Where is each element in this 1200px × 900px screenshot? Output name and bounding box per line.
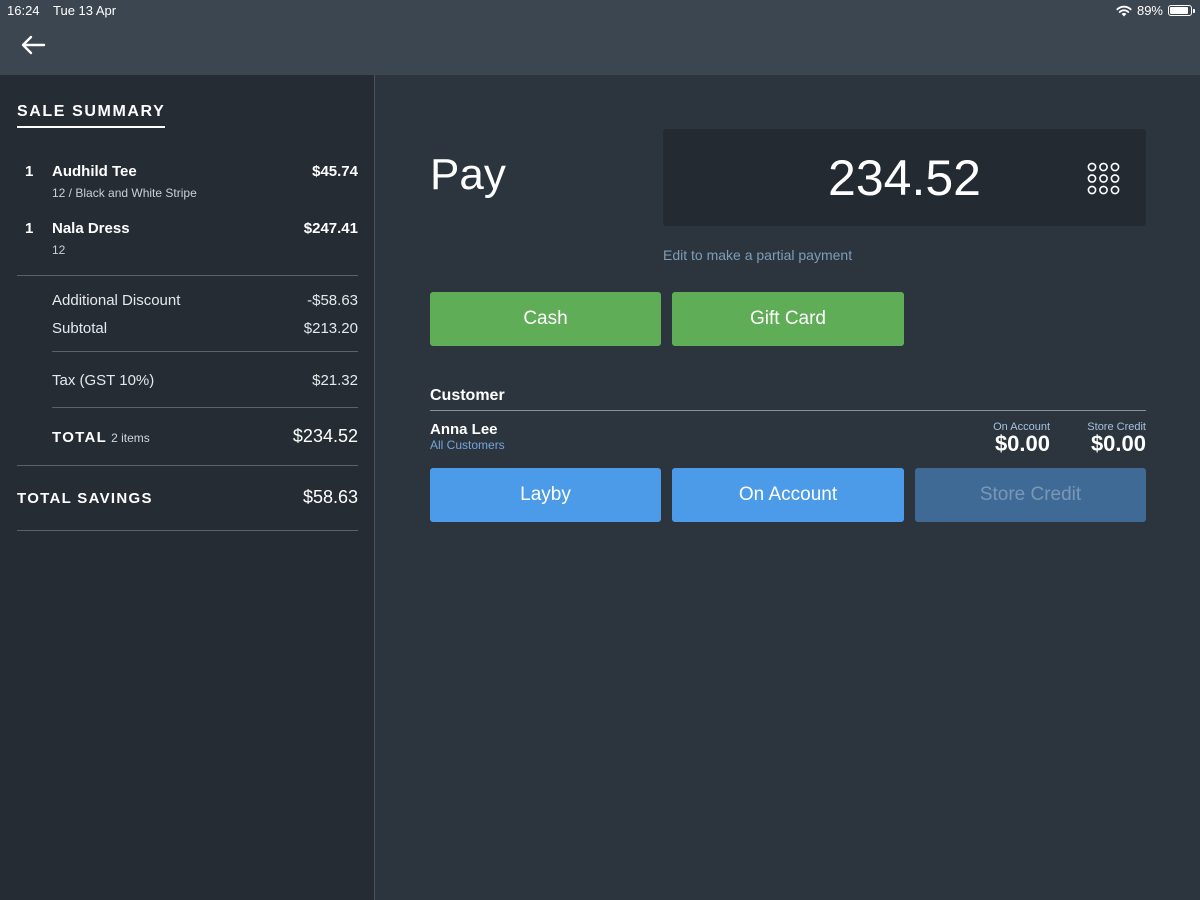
on-account-balance-value: $0.00 xyxy=(994,431,1050,456)
status-time: 16:24 xyxy=(7,3,40,18)
total-savings-row: TOTAL SAVINGS $58.63 xyxy=(17,487,358,508)
keypad-icon[interactable] xyxy=(1087,162,1120,195)
line-item-name: Audhild Tee xyxy=(52,163,137,180)
additional-discount-value: -$58.63 xyxy=(307,292,358,309)
tax-value: $21.32 xyxy=(312,372,358,389)
line-item-qty: 1 xyxy=(25,220,34,237)
store-credit-balance: Store Credit $0.00 xyxy=(1087,421,1146,457)
divider xyxy=(52,407,358,408)
line-item-variant: 12 / Black and White Stripe xyxy=(52,186,197,200)
line-item-variant: 12 xyxy=(52,243,66,257)
store-credit-balance-value: $0.00 xyxy=(1090,431,1146,456)
sale-summary-panel: SALE SUMMARY 1 Audhild Tee 12 / Black an… xyxy=(0,75,375,900)
status-date: Tue 13 Apr xyxy=(53,3,117,18)
subtotal-label: Subtotal xyxy=(52,320,108,337)
on-account-balance: On Account $0.00 xyxy=(993,421,1050,457)
cash-button[interactable]: Cash xyxy=(430,292,661,346)
battery-fill xyxy=(1170,7,1188,14)
top-bar: 16:24 Tue 13 Apr 89% xyxy=(0,0,1200,75)
line-item-qty: 1 xyxy=(25,163,34,180)
total-value: $234.52 xyxy=(292,426,358,446)
customer-heading: Customer xyxy=(430,387,505,404)
battery-percent: 89% xyxy=(1136,3,1163,18)
line-item-name: Nala Dress xyxy=(52,220,130,237)
subtotal-value: $213.20 xyxy=(303,320,358,337)
divider xyxy=(17,465,358,466)
additional-discount-label: Additional Discount xyxy=(52,292,181,309)
total-row: TOTAL 2 items $234.52 xyxy=(52,426,358,447)
total-label: TOTAL xyxy=(52,429,108,446)
back-button[interactable] xyxy=(18,30,48,60)
status-indicators: 89% xyxy=(1116,3,1195,18)
line-item-price: $247.41 xyxy=(303,220,358,237)
battery-icon xyxy=(1168,5,1195,16)
total-items-count: 2 items xyxy=(111,431,150,445)
customer-name[interactable]: Anna Lee xyxy=(430,421,498,438)
arrow-left-icon xyxy=(21,35,46,55)
sale-summary-title: SALE SUMMARY xyxy=(17,103,166,128)
divider xyxy=(17,275,358,276)
line-item[interactable]: 1 Audhild Tee 12 / Black and White Strip… xyxy=(17,163,358,203)
layby-button[interactable]: Layby xyxy=(430,468,661,522)
partial-payment-hint: Edit to make a partial payment xyxy=(663,247,853,263)
pay-title: Pay xyxy=(430,150,506,199)
store-credit-button[interactable]: Store Credit xyxy=(915,468,1146,522)
payment-amount-value: 234.52 xyxy=(828,150,981,206)
wifi-icon xyxy=(1116,5,1132,16)
additional-discount-row: Additional Discount -$58.63 xyxy=(52,292,358,309)
customer-group: All Customers xyxy=(430,438,505,452)
on-account-button[interactable]: On Account xyxy=(672,468,904,522)
tax-label: Tax (GST 10%) xyxy=(52,372,155,389)
gift-card-button[interactable]: Gift Card xyxy=(672,292,904,346)
customer-divider xyxy=(430,410,1146,411)
total-savings-label: TOTAL SAVINGS xyxy=(17,490,153,507)
divider xyxy=(17,530,358,531)
payment-amount-field[interactable]: 234.52 xyxy=(663,129,1146,226)
subtotal-row: Subtotal $213.20 xyxy=(52,320,358,337)
tax-row: Tax (GST 10%) $21.32 xyxy=(52,372,358,389)
line-item[interactable]: 1 Nala Dress 12 $247.41 xyxy=(17,220,358,260)
total-savings-value: $58.63 xyxy=(302,487,358,507)
line-item-price: $45.74 xyxy=(312,163,358,180)
divider xyxy=(52,351,358,352)
